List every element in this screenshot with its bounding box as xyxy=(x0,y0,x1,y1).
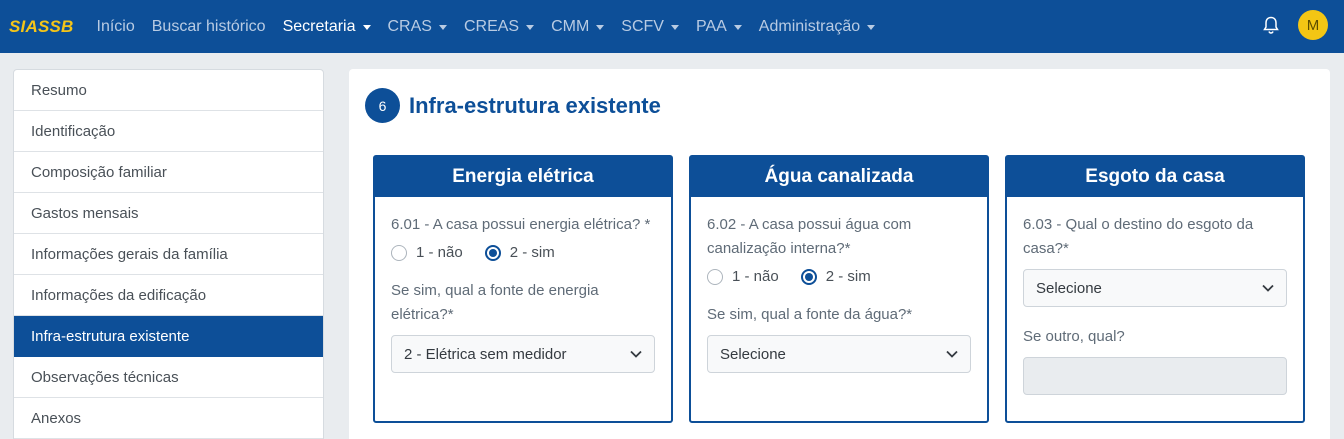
radio-group: 1 - não 2 - sim xyxy=(707,268,971,285)
section-header: 6 Infra-estrutura existente xyxy=(365,88,661,123)
sidebar-item-informacoes-edificacao[interactable]: Informações da edificação xyxy=(14,275,323,316)
nav-paa-dropdown[interactable]: PAA xyxy=(696,18,742,36)
nav-label: CMM xyxy=(551,17,590,35)
select-value: Selecione xyxy=(720,345,786,363)
radio-label: 1 - não xyxy=(416,244,463,261)
navbar-right: M xyxy=(1261,10,1328,40)
followup-label: Se sim, qual a fonte da água?* xyxy=(707,306,913,323)
radio-checked-icon xyxy=(800,268,817,285)
radio-unchecked-icon xyxy=(391,244,407,261)
radio-label: 2 - sim xyxy=(509,244,555,261)
nav-cras-dropdown[interactable]: CRAS xyxy=(388,18,447,36)
nav-label: CREAS xyxy=(463,17,520,35)
user-avatar[interactable]: M xyxy=(1298,10,1328,40)
energy-source-select[interactable]: 2 - Elétrica sem medidor xyxy=(391,335,655,373)
nav-label: Administração xyxy=(758,17,861,35)
caret-down-icon xyxy=(526,24,535,30)
radio-option-sim[interactable]: 2 - sim xyxy=(800,268,871,285)
sidebar-item-observacoes-tecnicas[interactable]: Observações técnicas xyxy=(14,357,323,398)
sidebar-item-composicao-familiar[interactable]: Composição familiar xyxy=(14,152,323,193)
brand-logo[interactable]: SIASSB xyxy=(9,17,74,37)
radio-checked-icon xyxy=(484,244,501,261)
card-energia-eletrica: Energia elétrica 6.01 - A casa possui en… xyxy=(373,155,673,423)
nav-inicio[interactable]: Início xyxy=(97,18,135,36)
sidebar-item-resumo[interactable]: Resumo xyxy=(14,70,323,111)
caret-down-icon xyxy=(733,24,742,30)
chevron-down-icon xyxy=(946,350,958,358)
card-title: Esgoto da casa xyxy=(1007,157,1303,197)
nav-scfv-dropdown[interactable]: SCFV xyxy=(621,18,679,36)
caret-down-icon xyxy=(438,24,447,30)
caret-down-icon xyxy=(867,24,876,30)
followup-label: Se sim, qual a fonte de energia elétrica… xyxy=(391,282,599,323)
other-label: Se outro, qual? xyxy=(1023,328,1125,345)
nav-label: SCFV xyxy=(621,17,664,35)
question-label: 6.02 - A casa possui água com canalizaçã… xyxy=(707,216,912,257)
sidebar-item-gastos-mensais[interactable]: Gastos mensais xyxy=(14,193,323,234)
radio-label: 1 - não xyxy=(732,268,779,285)
nav-label: CRAS xyxy=(387,17,432,35)
caret-down-icon xyxy=(596,24,605,30)
nav-label: Início xyxy=(96,17,135,35)
nav-creas-dropdown[interactable]: CREAS xyxy=(463,17,535,36)
question-label: 6.01 - A casa possui energia elétrica? * xyxy=(391,216,651,233)
sidebar-item-informacoes-gerais[interactable]: Informações gerais da família xyxy=(14,234,323,275)
water-source-select[interactable]: Selecione xyxy=(707,335,971,373)
nav-label: Buscar histórico xyxy=(151,17,266,35)
radio-option-nao[interactable]: 1 - não xyxy=(391,244,463,261)
radio-label: 2 - sim xyxy=(825,268,871,285)
chevron-down-icon xyxy=(1262,284,1274,292)
nav-label: Secretaria xyxy=(282,17,356,35)
question-label: 6.03 - Qual o destino do esgoto da casa?… xyxy=(1023,216,1254,257)
nav-label: PAA xyxy=(695,17,727,35)
sidebar-item-anexos[interactable]: Anexos xyxy=(14,398,323,439)
card-agua-canalizada: Água canalizada 6.02 - A casa possui águ… xyxy=(689,155,989,423)
select-value: 2 - Elétrica sem medidor xyxy=(404,345,567,363)
main-panel: 6 Infra-estrutura existente Energia elét… xyxy=(349,69,1330,439)
radio-option-nao[interactable]: 1 - não xyxy=(707,268,779,285)
card-title: Energia elétrica xyxy=(375,157,671,197)
nav-cmm-dropdown[interactable]: CMM xyxy=(551,17,605,36)
radio-unchecked-icon xyxy=(707,268,723,285)
card-title: Água canalizada xyxy=(691,157,987,197)
nav-buscar-historico[interactable]: Buscar histórico xyxy=(152,18,266,36)
step-number-badge: 6 xyxy=(365,88,400,123)
sewage-destination-select[interactable]: Selecione xyxy=(1023,269,1287,307)
sidebar-item-identificacao[interactable]: Identificação xyxy=(14,111,323,152)
bell-icon[interactable] xyxy=(1261,15,1281,35)
chevron-down-icon xyxy=(630,350,642,358)
caret-down-icon xyxy=(362,24,371,30)
caret-down-icon xyxy=(670,24,679,30)
nav-administracao-dropdown[interactable]: Administração xyxy=(758,17,876,36)
radio-option-sim[interactable]: 2 - sim xyxy=(484,244,555,261)
page-title: Infra-estrutura existente xyxy=(409,92,661,118)
sidebar-nav: Resumo Identificação Composição familiar… xyxy=(13,69,324,439)
top-navbar: SIASSB Início Buscar histórico Secretari… xyxy=(0,0,1344,53)
select-value: Selecione xyxy=(1036,279,1102,297)
sidebar-item-infra-estrutura[interactable]: Infra-estrutura existente xyxy=(14,316,323,357)
card-esgoto-da-casa: Esgoto da casa 6.03 - Qual o destino do … xyxy=(1005,155,1305,423)
sewage-other-input[interactable] xyxy=(1023,357,1287,395)
nav-secretaria-dropdown[interactable]: Secretaria xyxy=(283,18,371,36)
radio-group: 1 - não 2 - sim xyxy=(391,244,655,261)
